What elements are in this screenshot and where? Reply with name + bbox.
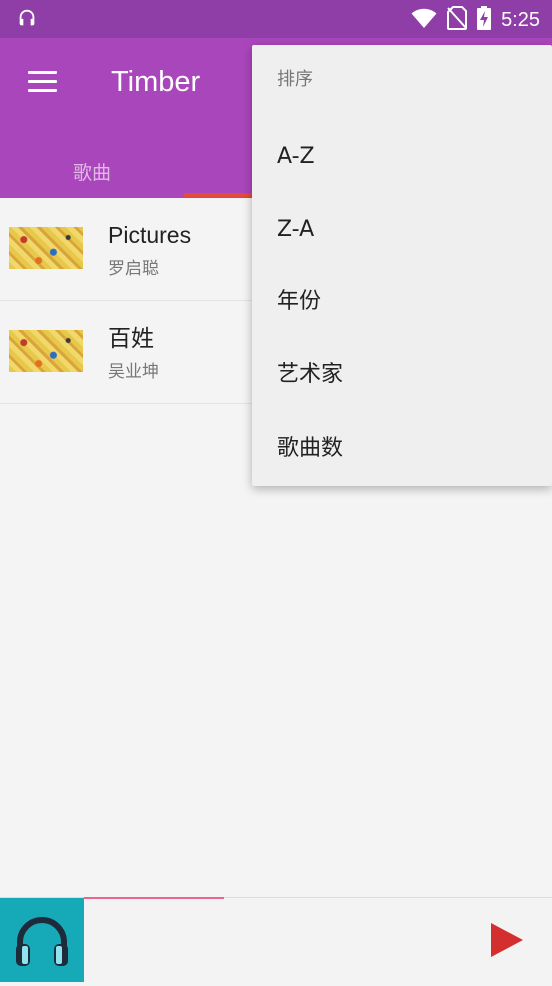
- wifi-icon: [411, 7, 437, 33]
- tab-songs[interactable]: 歌曲: [0, 146, 184, 196]
- mini-player[interactable]: [0, 897, 552, 982]
- song-artist: 罗启聪: [108, 259, 159, 279]
- sort-item-label: Z-A: [277, 217, 315, 242]
- song-title: 百姓: [108, 325, 154, 351]
- sort-item-label: 年份: [277, 289, 322, 314]
- sort-item-a-z[interactable]: A-Z: [252, 120, 552, 193]
- app-title: Timber: [111, 66, 201, 98]
- sort-menu-header: 排序: [277, 69, 313, 90]
- album-art: [9, 227, 83, 269]
- sort-item-label: 歌曲数: [277, 436, 344, 461]
- progress-fill: [84, 897, 225, 899]
- hamburger-menu-icon[interactable]: [28, 69, 58, 93]
- battery-charging-icon: [477, 6, 492, 34]
- sort-menu: 排序 A-Z Z-A 年份 艺术家 歌曲数: [252, 45, 552, 486]
- tab-indicator: [184, 193, 254, 197]
- sort-item-label: A-Z: [277, 144, 315, 169]
- progress-bar[interactable]: [84, 897, 552, 899]
- sort-item-artist[interactable]: 艺术家: [252, 338, 552, 411]
- sort-item-z-a[interactable]: Z-A: [252, 193, 552, 266]
- song-artist: 吴业坤: [108, 362, 159, 382]
- status-time: 5:25: [501, 9, 540, 31]
- album-art: [9, 330, 83, 372]
- headphones-status-icon: [16, 7, 38, 33]
- headphones-icon: [0, 898, 84, 982]
- song-title: Pictures: [108, 222, 192, 248]
- no-sim-icon: [447, 6, 468, 34]
- play-icon[interactable]: [487, 920, 527, 960]
- sort-item-label: 艺术家: [277, 362, 344, 387]
- sort-item-year[interactable]: 年份: [252, 265, 552, 338]
- sort-item-song-count[interactable]: 歌曲数: [252, 412, 552, 485]
- status-bar: 5:25: [0, 0, 552, 38]
